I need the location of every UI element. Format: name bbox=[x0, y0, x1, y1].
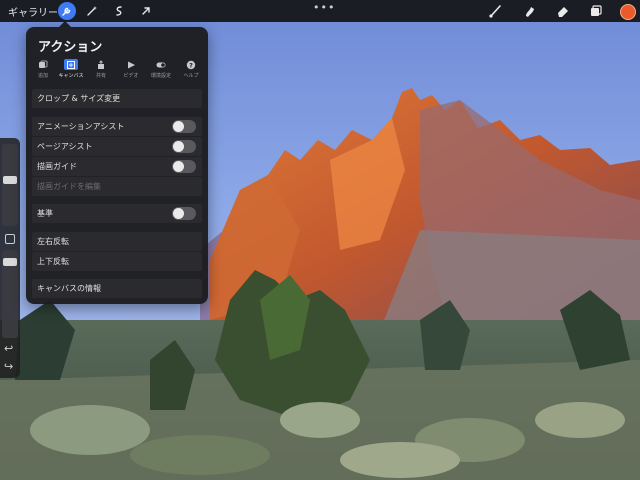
animation-assist-toggle[interactable] bbox=[172, 120, 196, 133]
selection-icon bbox=[116, 6, 122, 16]
add-icon bbox=[39, 60, 48, 68]
layers-icon[interactable] bbox=[588, 3, 604, 19]
svg-text:?: ? bbox=[189, 61, 193, 69]
transform-arrow-icon bbox=[142, 7, 150, 15]
opacity-slider[interactable] bbox=[2, 250, 18, 338]
actions-tabs: 追加 キャンバス 共有 ビデオ 環境設定 ? ヘルプ bbox=[30, 59, 204, 83]
tab-preferences[interactable]: 環境設定 bbox=[148, 59, 174, 79]
flip-vertical-row[interactable]: 上下反転 bbox=[32, 252, 202, 271]
tab-help[interactable]: ? ヘルプ bbox=[178, 59, 204, 79]
undo-button[interactable]: ↩ bbox=[4, 342, 13, 355]
drawing-guide-row[interactable]: 描画ガイド bbox=[32, 157, 202, 176]
gallery-button[interactable]: ギャラリー bbox=[8, 4, 58, 19]
canvas-icon bbox=[67, 60, 75, 69]
brush-size-handle[interactable] bbox=[3, 176, 17, 184]
animation-assist-row[interactable]: アニメーションアシスト bbox=[32, 117, 202, 136]
page-assist-toggle[interactable] bbox=[172, 140, 196, 153]
tab-canvas[interactable]: キャンバス bbox=[58, 59, 84, 79]
canvas-info-row[interactable]: キャンバスの情報 bbox=[32, 279, 202, 298]
crop-resize-row[interactable]: クロップ & サイズ変更 bbox=[32, 89, 202, 108]
video-icon bbox=[128, 61, 135, 68]
eyedropper-modify-button[interactable] bbox=[5, 234, 15, 244]
transform-button[interactable] bbox=[137, 2, 155, 20]
more-options-dots[interactable]: ••• bbox=[313, 1, 335, 14]
tab-add[interactable]: 追加 bbox=[30, 59, 56, 79]
preferences-toggle-icon bbox=[156, 62, 166, 67]
top-toolbar: ギャラリー ••• bbox=[0, 0, 640, 22]
edit-drawing-guide-row: 描画ガイドを編集 bbox=[32, 177, 202, 196]
adjustments-button[interactable] bbox=[83, 2, 101, 20]
left-sidebar: ↩ ↪ bbox=[0, 138, 20, 378]
color-picker-swatch[interactable] bbox=[620, 4, 636, 20]
smudge-icon[interactable] bbox=[522, 3, 538, 19]
drawing-guide-toggle[interactable] bbox=[172, 160, 196, 173]
page-assist-row[interactable]: ページアシスト bbox=[32, 137, 202, 156]
reference-row[interactable]: 基準 bbox=[32, 204, 202, 223]
tab-share[interactable]: 共有 bbox=[88, 59, 114, 79]
selection-button[interactable] bbox=[110, 2, 128, 20]
panel-title: アクション bbox=[38, 40, 103, 55]
reference-toggle[interactable] bbox=[172, 207, 196, 220]
redo-button[interactable]: ↪ bbox=[4, 360, 13, 373]
panel-pointer-arrow bbox=[59, 21, 71, 27]
magic-wand-icon bbox=[87, 6, 97, 16]
opacity-handle[interactable] bbox=[3, 258, 17, 266]
wrench-icon bbox=[62, 7, 71, 16]
brush-icon[interactable] bbox=[488, 3, 504, 19]
actions-wrench-button[interactable] bbox=[58, 2, 76, 20]
flip-horizontal-row[interactable]: 左右反転 bbox=[32, 232, 202, 251]
share-icon bbox=[98, 59, 104, 69]
brush-size-slider[interactable] bbox=[2, 144, 18, 226]
tab-video[interactable]: ビデオ bbox=[118, 59, 144, 79]
actions-panel: アクション 追加 キャンバス 共有 ビデオ 環境設定 ? ヘルプ クロップ & … bbox=[26, 27, 208, 304]
help-icon: ? bbox=[186, 60, 196, 69]
eraser-icon[interactable] bbox=[555, 3, 571, 19]
